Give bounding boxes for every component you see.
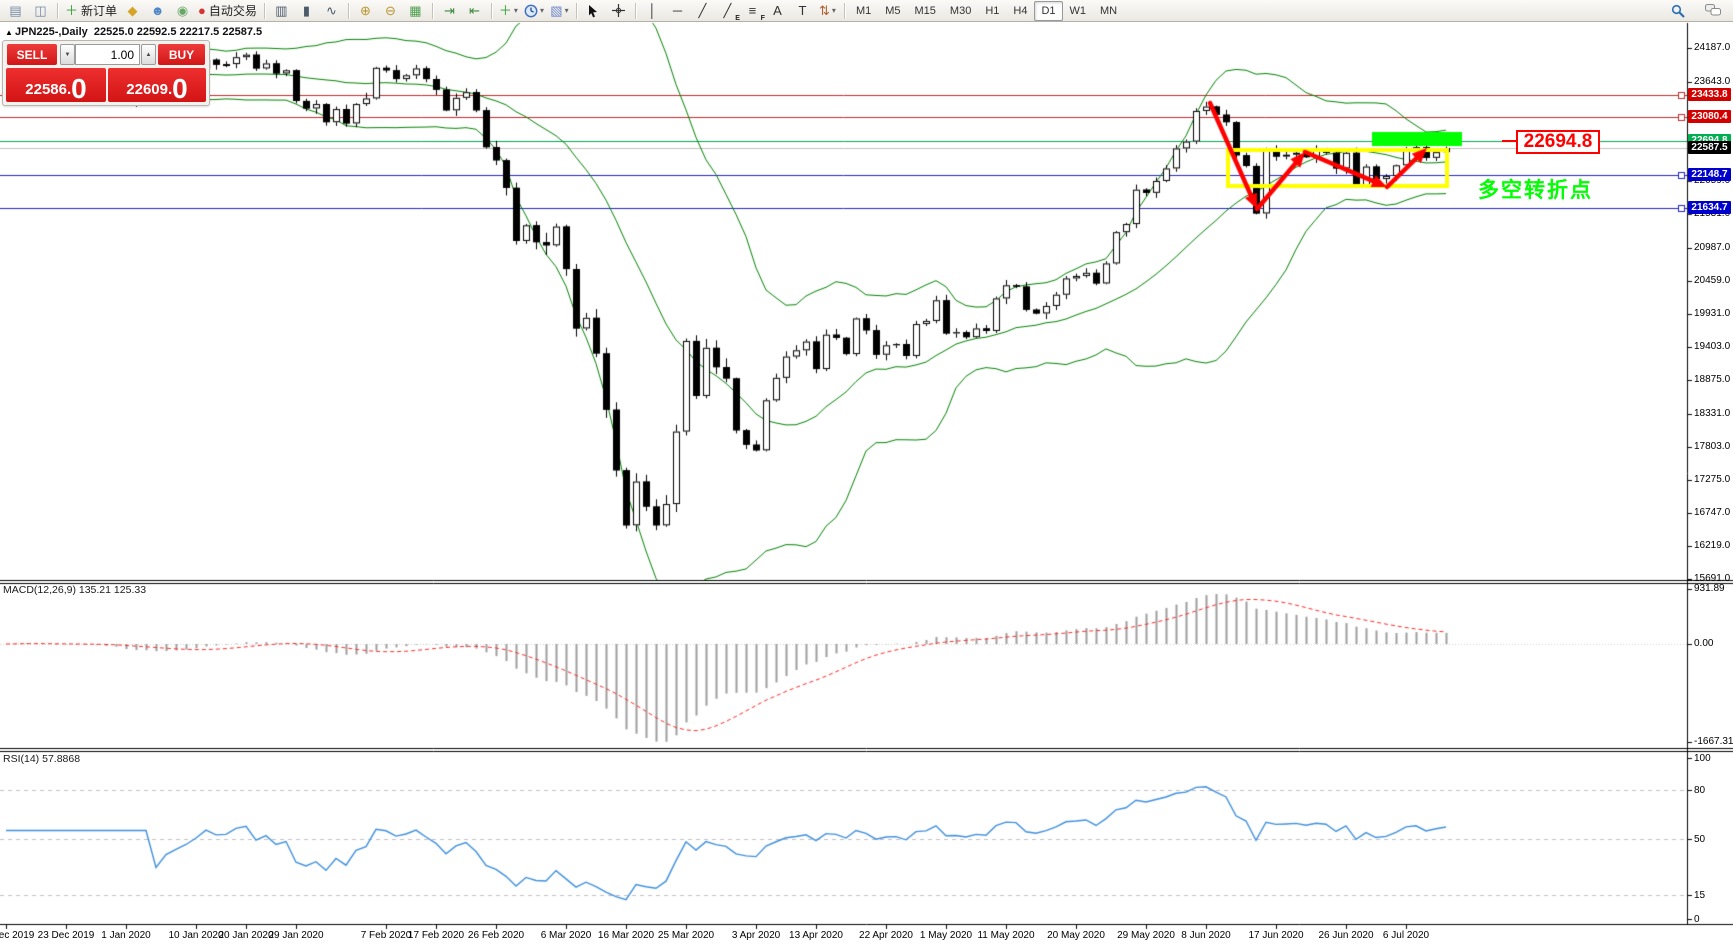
periods-icon[interactable]: ▾ [522,1,546,21]
timeframe-button-d1[interactable]: D1 [1034,1,1062,21]
new-chart-icon[interactable]: ▤ [4,1,27,21]
chart-shift-icon[interactable]: ⇤ [463,1,486,21]
toolbar-separator [576,3,577,19]
templates-icon[interactable]: ▧▾ [548,1,571,21]
crosshair-icon[interactable] [607,1,630,21]
buy-button[interactable]: BUY [158,44,205,65]
autotrading-button[interactable]: ●自动交易 [196,1,259,21]
zoom-in-icon[interactable]: ⊕ [354,1,377,21]
sell-price: 22586. [25,81,71,98]
toolbar-separator [57,3,58,19]
one-click-collapse-icon[interactable]: ▲ [5,28,13,37]
sell-button[interactable]: SELL [7,44,57,65]
toolbar-separator [635,3,636,19]
toolbar-separator [432,3,433,19]
toolbar-separator [844,3,845,19]
timeframe-button-m5[interactable]: M5 [878,1,907,21]
toolbar-separator [348,3,349,19]
timeframe-button-m30[interactable]: M30 [943,1,978,21]
sell-price-tile[interactable]: 22586.0 [6,68,106,102]
symbol-info-line: JPN225-,Daily 22525.0 22592.5 22217.5 22… [15,26,262,38]
symbol-ohlc-values: 22525.0 22592.5 22217.5 22587.5 [94,26,262,38]
buy-price: 22609. [126,81,172,98]
time-axis[interactable] [0,924,1688,946]
buy-price-tile[interactable]: 22609.0 [108,68,206,102]
trendline-icon[interactable]: ╱ [691,1,714,21]
sell-price-pips: 0 [71,77,87,101]
toolbar-separator [264,3,265,19]
mt4-terminal: { "toolbar": { "items": [ {"n":"new-char… [0,0,1733,946]
annotation-price-label: 22694.8 [1516,130,1600,154]
label-icon[interactable]: T [791,1,814,21]
signals-icon[interactable]: ◉ [171,1,194,21]
timeframe-button-m1[interactable]: M1 [849,1,878,21]
timeframe-button-h4[interactable]: H4 [1006,1,1034,21]
search-icon[interactable] [1666,1,1689,21]
price-chart-canvas[interactable] [0,0,1733,946]
community-icon[interactable]: ☻ [146,1,169,21]
auto-scroll-icon[interactable]: ⇥ [438,1,461,21]
arrows-icon[interactable]: ⇅▾ [816,1,839,21]
vertical-line-icon[interactable]: │ [641,1,664,21]
toolbar-right-group [1665,1,1725,21]
bar-chart-icon[interactable]: ▥ [270,1,293,21]
timeframe-button-mn[interactable]: MN [1093,1,1124,21]
profiles-icon[interactable]: ◫ [29,1,52,21]
timeframe-button-w1[interactable]: W1 [1063,1,1094,21]
annotation-price-label-pointer [1502,140,1516,142]
symbol-name: JPN225-,Daily [15,26,88,38]
toolbar-separator [491,3,492,19]
zoom-out-icon[interactable]: ⊖ [379,1,402,21]
line-chart-icon[interactable]: ∿ [320,1,343,21]
deposit-icon[interactable]: ◆ [121,1,144,21]
main-toolbar: ▤◫ ＋新订单◆☻◉●自动交易 ▥▮∿ ⊕⊖▦ ⇥⇤ ＋▾▾▧▾ │─╱╱E≡FAT⇅▾ M1… [0,0,1733,22]
new-order-button[interactable]: ＋新订单 [63,1,119,21]
timeframe-button-m15[interactable]: M15 [908,1,943,21]
indicators-icon[interactable]: ＋▾ [497,1,520,21]
tile-windows-icon[interactable]: ▦ [404,1,427,21]
cursor-icon[interactable] [582,1,605,21]
buy-price-pips: 0 [172,77,188,101]
horizontal-line-icon[interactable]: ─ [666,1,689,21]
text-icon[interactable]: A [766,1,789,21]
timeframe-button-h1[interactable]: H1 [978,1,1006,21]
volume-increase-button[interactable]: ▲ [141,44,156,65]
chat-icon[interactable] [1701,1,1724,21]
volume-input[interactable] [75,44,140,65]
fibonacci-icon[interactable]: ≡F [741,1,764,21]
price-axis[interactable] [1688,22,1733,924]
channel-icon[interactable]: ╱E [716,1,739,21]
annotation-text-cn: 多空转折点 [1478,174,1593,204]
one-click-trading-panel: SELL ▼ ▲ BUY 22586.0 22609.0 [2,40,210,106]
candlestick-chart-icon[interactable]: ▮ [295,1,318,21]
volume-decrease-button[interactable]: ▼ [60,44,75,65]
